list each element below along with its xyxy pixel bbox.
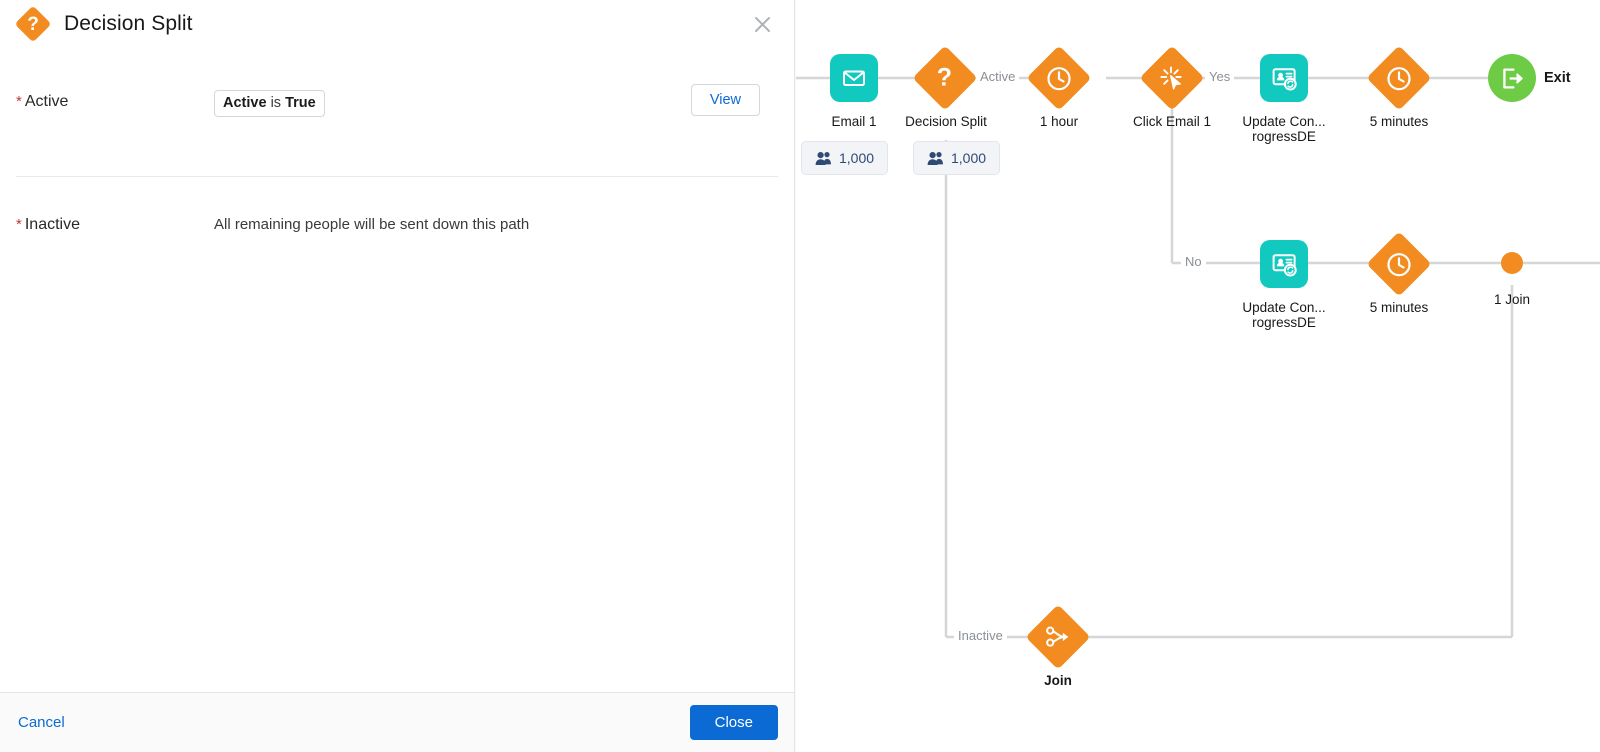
criteria-attribute: Active <box>223 95 267 111</box>
panel-header: ? Decision Split <box>0 0 794 48</box>
inactive-field-label: * Inactive <box>16 216 80 233</box>
node-label-decision-split: Decision Split <box>905 114 987 129</box>
node-label-click-email-1: Click Email 1 <box>1132 114 1211 129</box>
active-field-label: * Active <box>16 93 69 110</box>
question-mark-icon: ? <box>912 45 978 111</box>
edge-label-no: No <box>1181 254 1206 269</box>
node-label-wait-5-minutes-no: 5 minutes <box>1369 300 1429 315</box>
envelope-icon <box>830 54 878 102</box>
node-click-email-1[interactable] <box>1139 45 1205 111</box>
cancel-button[interactable]: Cancel <box>16 710 67 735</box>
update-contact-icon <box>1260 54 1308 102</box>
section-divider <box>16 176 778 177</box>
audience-count-email-1: 1,000 <box>801 141 889 175</box>
close-icon[interactable] <box>748 10 776 38</box>
required-marker: * <box>16 216 22 233</box>
journey-canvas[interactable]: Email 1 1,000 ? Decision Split 1,000 Act… <box>796 0 1600 752</box>
clock-icon <box>1366 231 1432 297</box>
node-label-join: Join <box>1044 673 1072 688</box>
close-button[interactable]: Close <box>689 705 778 740</box>
edge-label-yes: Yes <box>1205 69 1235 84</box>
connector-wires <box>796 76 1600 639</box>
node-label-exit: Exit <box>1544 70 1571 86</box>
clock-icon <box>1366 45 1432 111</box>
node-email-1[interactable] <box>830 54 878 102</box>
panel-body: *Active Active is True View *Inactive <box>0 48 794 692</box>
inactive-field-value: All remaining people will be sent down t… <box>214 213 778 233</box>
node-decision-split[interactable]: ? <box>912 45 978 111</box>
join-dot-icon <box>1501 252 1523 274</box>
view-button[interactable]: View <box>690 84 760 116</box>
node-update-contact-no[interactable] <box>1260 240 1308 288</box>
node-exit[interactable] <box>1488 54 1536 102</box>
clock-icon <box>1026 45 1092 111</box>
people-icon <box>927 151 943 165</box>
node-label-update-contact-no: Update Con... rogressDE <box>1242 300 1326 330</box>
criteria-chip: Active is True <box>214 90 325 118</box>
audience-count-decision-split: 1,000 <box>913 141 1001 175</box>
click-burst-icon <box>1139 45 1205 111</box>
node-label-wait-1-hour: 1 hour <box>1039 114 1079 129</box>
node-wait-1-hour[interactable] <box>1026 45 1092 111</box>
exit-door-icon <box>1488 54 1536 102</box>
audience-count-value: 1,000 <box>839 150 875 166</box>
inactive-description: All remaining people will be sent down t… <box>214 216 530 233</box>
node-label-update-contact-yes: Update Con... rogressDE <box>1242 114 1326 144</box>
required-marker: * <box>16 93 22 110</box>
node-update-contact-yes[interactable] <box>1260 54 1308 102</box>
update-contact-icon <box>1260 240 1308 288</box>
node-join[interactable] <box>1025 604 1091 670</box>
edge-label-inactive: Inactive <box>954 628 1007 643</box>
edge-label-active: Active <box>976 69 1020 84</box>
people-icon <box>815 151 831 165</box>
question-mark-glyph: ? <box>27 13 39 35</box>
field-row-active: * Active Active is True View <box>0 84 794 152</box>
decision-split-diamond-icon: ? <box>14 5 52 43</box>
decision-split-config-panel: ? Decision Split *Active Active is True <box>0 0 795 752</box>
page-title: Decision Split <box>64 12 193 35</box>
panel-footer: Cancel Close <box>0 692 794 752</box>
node-label-wait-5-minutes-yes: 5 minutes <box>1369 114 1429 129</box>
criteria-value: True <box>285 95 316 111</box>
node-join-1[interactable] <box>1501 252 1523 274</box>
audience-count-value: 1,000 <box>951 150 987 166</box>
criteria-operator: is <box>270 95 282 111</box>
node-label-join-1: 1 Join <box>1493 292 1531 307</box>
join-arrow-icon <box>1025 604 1091 670</box>
node-wait-5-minutes-yes[interactable] <box>1366 45 1432 111</box>
field-row-inactive: * Inactive All remaining people will be s… <box>0 213 794 234</box>
node-wait-5-minutes-no[interactable] <box>1366 231 1432 297</box>
screen-root: ? Decision Split *Active Active is True <box>0 0 1600 752</box>
